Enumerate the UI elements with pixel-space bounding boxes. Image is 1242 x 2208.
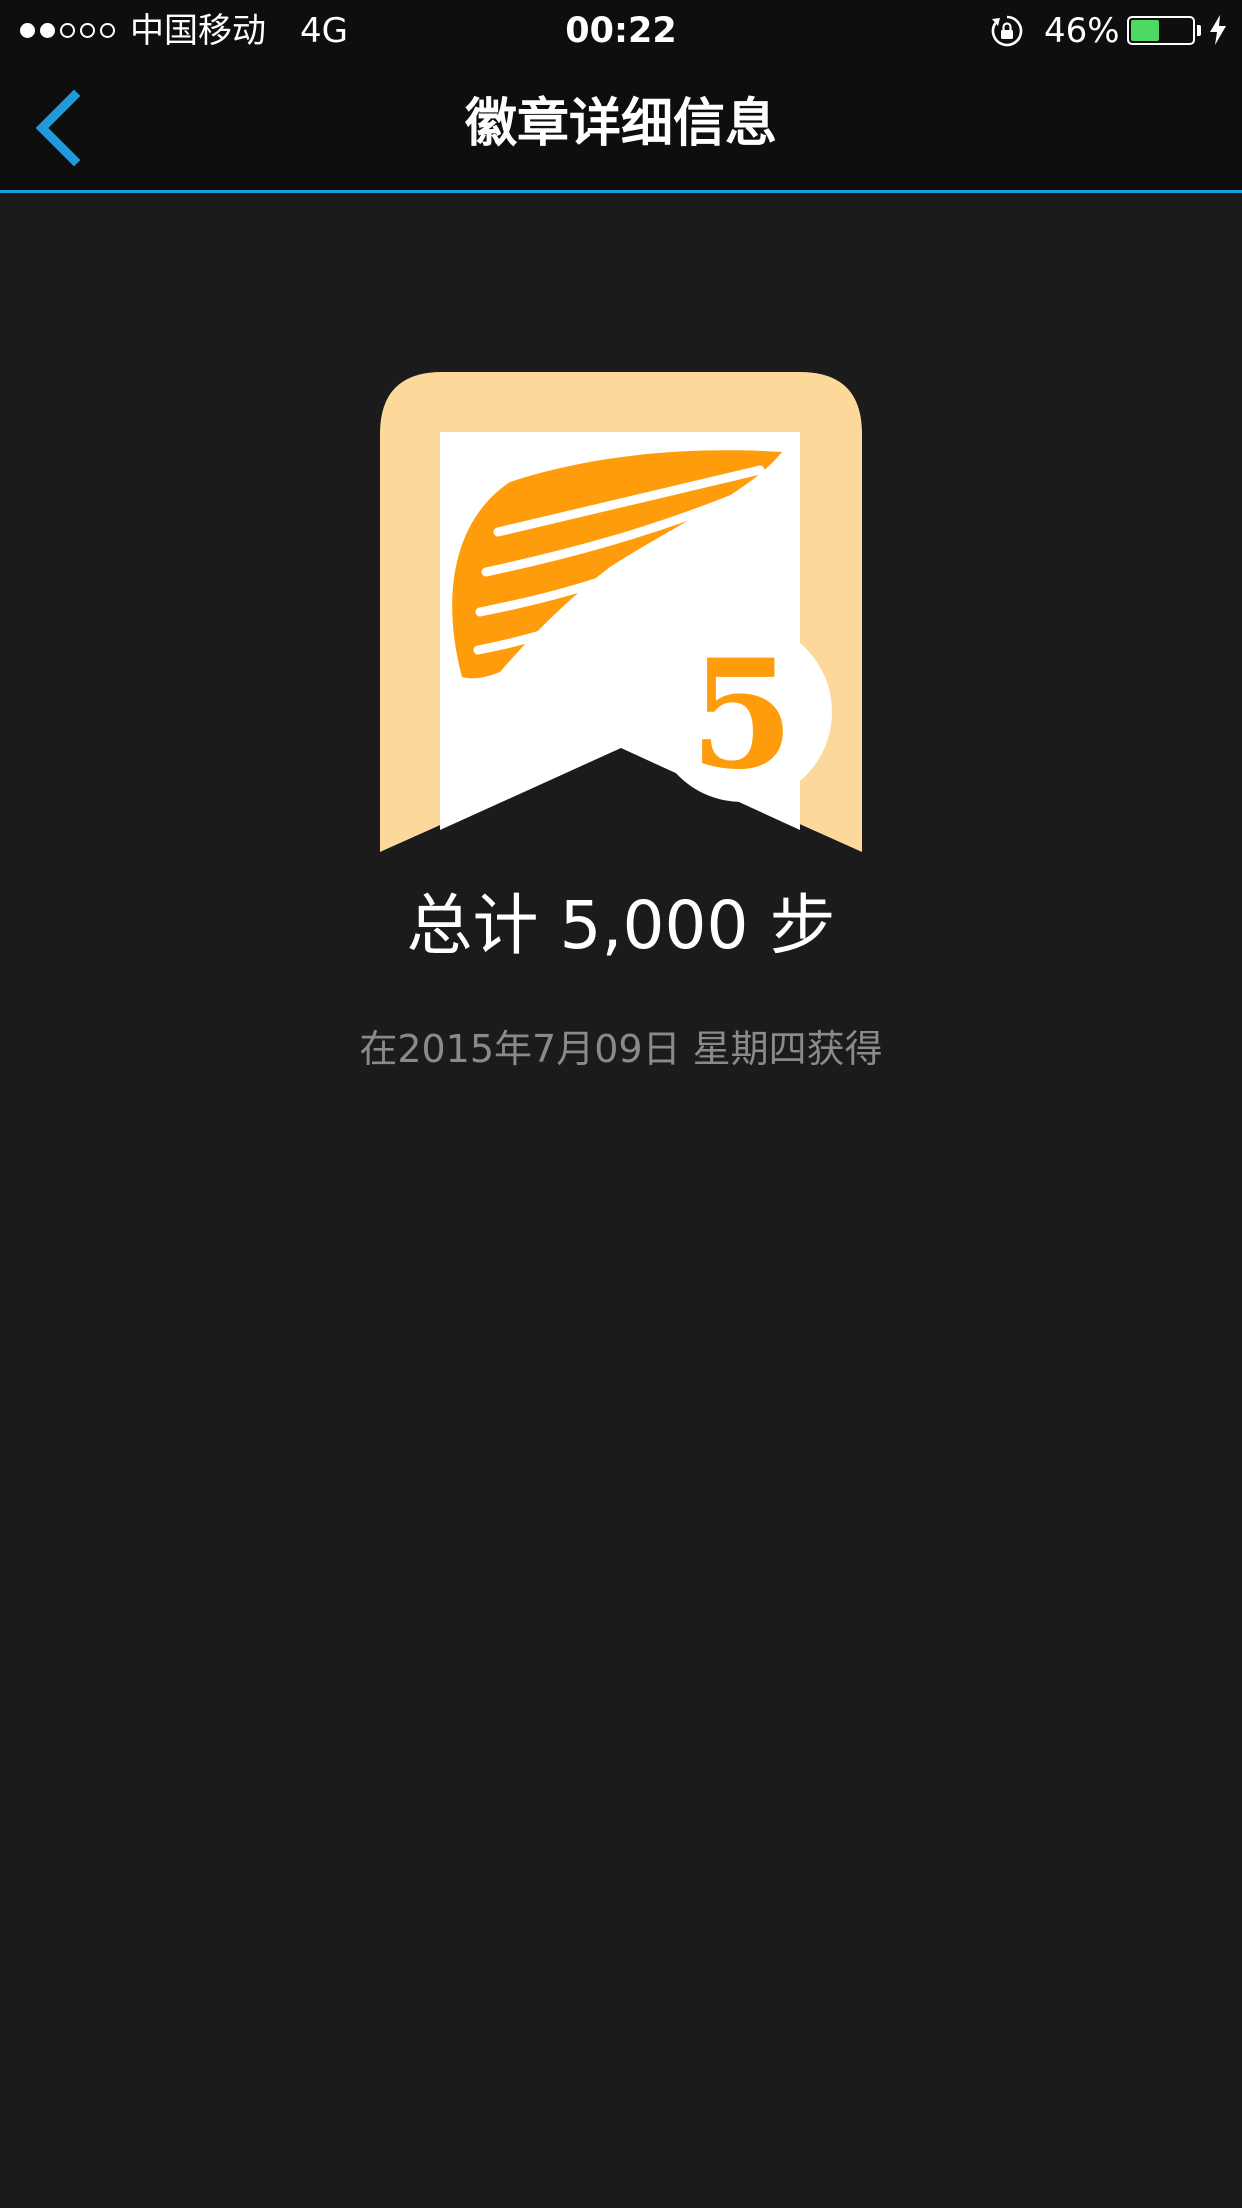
battery-percent: 46% — [1044, 11, 1120, 51]
battery-icon — [1127, 16, 1195, 45]
status-bar: 中国移动 4G 00:22 46% — [0, 0, 1242, 62]
nav-bar: 徽章详细信息 — [0, 62, 1242, 193]
battery-level-fill — [1131, 20, 1159, 41]
badge-earned-date: 在2015年7月09日 星期四获得 — [359, 1027, 883, 1071]
badge-image: 5 — [380, 372, 862, 852]
badge-number: 5 — [690, 627, 794, 803]
badge-title: 总计 5,000 步 — [406, 887, 836, 964]
orientation-lock-icon — [991, 15, 1023, 47]
page-title: 徽章详细信息 — [464, 94, 777, 154]
charging-icon — [1210, 15, 1226, 45]
battery-tip — [1197, 25, 1201, 36]
